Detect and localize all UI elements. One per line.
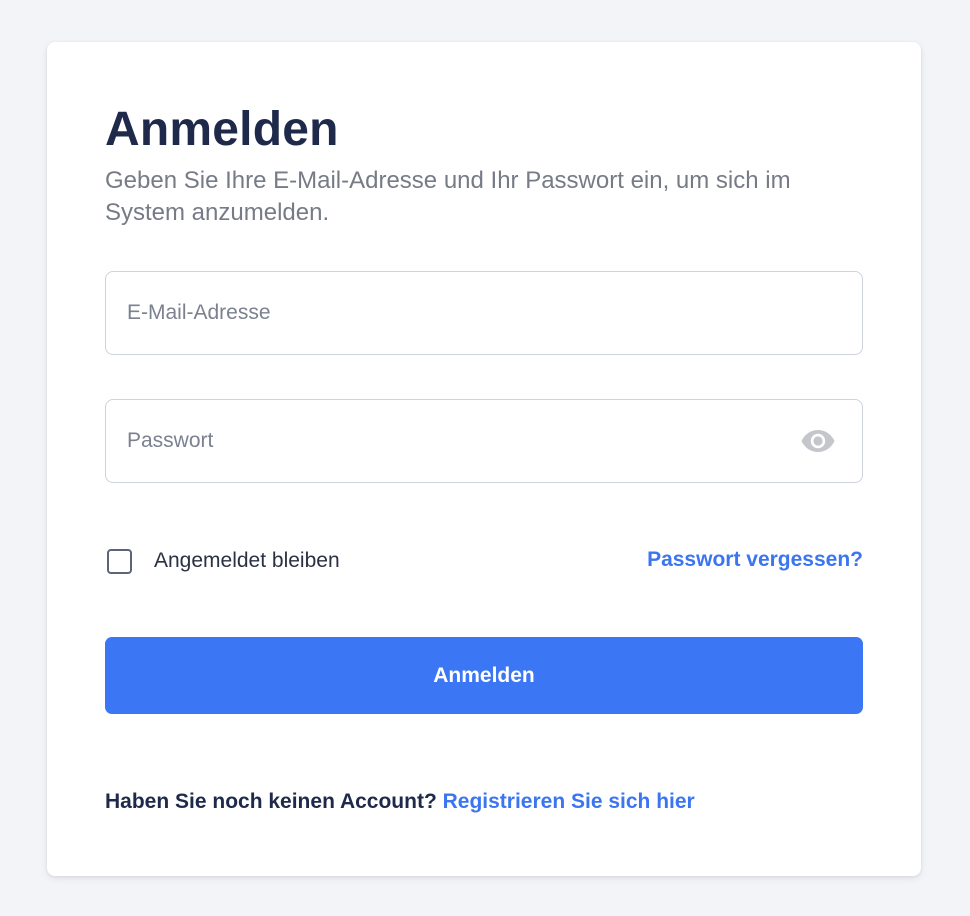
eye-icon[interactable] — [800, 428, 836, 454]
email-field-container — [105, 271, 863, 355]
remember-me-checkbox[interactable] — [107, 548, 132, 574]
register-prompt: Haben Sie noch keinen Account? Registrie… — [105, 790, 695, 814]
password-field[interactable] — [106, 400, 862, 482]
page-subtitle: Geben Sie Ihre E-Mail-Adresse und Ihr Pa… — [105, 167, 791, 226]
password-field-container — [105, 399, 863, 483]
register-prompt-text: Haben Sie noch keinen Account? — [105, 790, 437, 813]
login-card: Anmelden Geben Sie Ihre E-Mail-Adresse u… — [47, 42, 921, 876]
login-button[interactable]: Anmelden — [105, 637, 863, 714]
page-title: Anmelden — [105, 103, 339, 156]
forgot-password-link[interactable]: Passwort vergessen? — [647, 548, 863, 572]
remember-me-label: Angemeldet bleiben — [154, 549, 340, 572]
remember-me[interactable]: Angemeldet bleiben — [107, 546, 340, 576]
register-link[interactable]: Registrieren Sie sich hier — [443, 790, 695, 813]
email-field[interactable] — [106, 272, 862, 354]
